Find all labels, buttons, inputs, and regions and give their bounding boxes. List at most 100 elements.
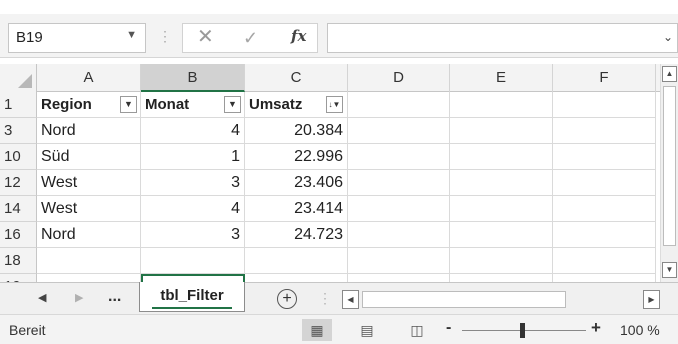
column-header-d[interactable]: D: [348, 64, 450, 92]
row-header[interactable]: 10: [0, 144, 37, 170]
previous-sheet-icon[interactable]: ◀: [38, 291, 46, 304]
scroll-down-icon[interactable]: ▼: [662, 262, 677, 278]
cell-umsatz[interactable]: 23.414: [245, 196, 348, 222]
row-header[interactable]: 16: [0, 222, 37, 248]
cell[interactable]: [348, 92, 450, 118]
vertical-scrollbar[interactable]: ▲ ▼: [660, 64, 678, 282]
cell-umsatz[interactable]: 22.996: [245, 144, 348, 170]
cell[interactable]: [348, 248, 450, 274]
cell-monat[interactable]: 3: [141, 222, 245, 248]
zoom-slider-thumb[interactable]: [520, 323, 525, 338]
filter-dropdown-icon[interactable]: ▼: [224, 96, 241, 113]
zoom-in-button[interactable]: +: [591, 318, 601, 338]
row-header[interactable]: 18: [0, 248, 37, 274]
cell[interactable]: [450, 144, 553, 170]
zoom-level[interactable]: 100 %: [620, 322, 660, 338]
cell[interactable]: [553, 274, 656, 282]
cell[interactable]: [553, 196, 656, 222]
row-header[interactable]: 3: [0, 118, 37, 144]
cell-region[interactable]: West: [37, 170, 141, 196]
scroll-right-icon[interactable]: ▶: [643, 290, 660, 309]
next-sheet-icon[interactable]: ▶: [75, 291, 83, 304]
cell-umsatz[interactable]: [245, 248, 348, 274]
cell[interactable]: [553, 92, 656, 118]
row-header[interactable]: 1: [0, 92, 37, 118]
column-header-b[interactable]: B: [141, 64, 245, 92]
normal-view-icon[interactable]: ▦: [302, 319, 332, 341]
tab-splitter-grip[interactable]: ⋮: [318, 290, 332, 307]
cell-region[interactable]: Süd: [37, 144, 141, 170]
cell[interactable]: [450, 118, 553, 144]
cell-region[interactable]: Nord: [37, 118, 141, 144]
table-row: 18: [0, 248, 660, 274]
column-header-f[interactable]: F: [553, 64, 656, 92]
cell-umsatz[interactable]: 23.406: [245, 170, 348, 196]
cell-monat[interactable]: 1: [141, 144, 245, 170]
cell-monat[interactable]: 3: [141, 170, 245, 196]
cell-umsatz[interactable]: [245, 274, 348, 282]
more-sheets-button[interactable]: ...: [108, 288, 121, 306]
cell[interactable]: [553, 118, 656, 144]
name-box-dropdown-icon[interactable]: ▼: [126, 29, 137, 41]
scroll-up-icon[interactable]: ▲: [662, 66, 677, 82]
top-strip: [0, 0, 678, 14]
cell[interactable]: [450, 274, 553, 282]
worksheet-grid[interactable]: A B C D E F 1 Region ▼ Monat ▼ Umsatz ↓▼…: [0, 64, 678, 282]
horizontal-scroll-thumb[interactable]: [362, 291, 566, 308]
cell[interactable]: [450, 222, 553, 248]
active-cell-b19[interactable]: [141, 274, 245, 282]
column-header-e[interactable]: E: [450, 64, 553, 92]
zoom-out-button[interactable]: -: [446, 319, 451, 337]
cell[interactable]: [348, 222, 450, 248]
formula-bar-grip: ⋮: [158, 28, 172, 44]
cell[interactable]: [450, 196, 553, 222]
horizontal-scrollbar[interactable]: ◀ ▶: [340, 290, 662, 309]
cell[interactable]: [553, 248, 656, 274]
cell[interactable]: [553, 144, 656, 170]
cell-monat[interactable]: 4: [141, 118, 245, 144]
cell-region[interactable]: [37, 248, 141, 274]
name-box-value: B19: [16, 29, 43, 46]
name-box[interactable]: B19 ▼: [8, 23, 146, 53]
cell-umsatz[interactable]: 24.723: [245, 222, 348, 248]
cell-monat[interactable]: 4: [141, 196, 245, 222]
sheet-tab-tbl-filter[interactable]: tbl_Filter: [139, 282, 245, 312]
filter-dropdown-icon[interactable]: ▼: [120, 96, 137, 113]
row-header[interactable]: 14: [0, 196, 37, 222]
cell[interactable]: [553, 170, 656, 196]
cancel-icon[interactable]: ✕: [197, 26, 214, 48]
formula-input[interactable]: ⌄: [327, 23, 678, 53]
cell[interactable]: [348, 274, 450, 282]
cell-region[interactable]: West: [37, 196, 141, 222]
cell-monat[interactable]: [141, 248, 245, 274]
cell[interactable]: [553, 222, 656, 248]
header-cell-umsatz[interactable]: Umsatz ↓▼: [245, 92, 348, 118]
vertical-scroll-thumb[interactable]: [663, 86, 676, 246]
page-layout-view-icon[interactable]: ▤: [352, 319, 382, 341]
cell[interactable]: [348, 196, 450, 222]
table-header-row: 1 Region ▼ Monat ▼ Umsatz ↓▼: [0, 92, 660, 118]
column-header-c[interactable]: C: [245, 64, 348, 92]
cell-umsatz[interactable]: 20.384: [245, 118, 348, 144]
row-header[interactable]: 12: [0, 170, 37, 196]
row-header[interactable]: 19: [0, 274, 37, 282]
cell[interactable]: [450, 248, 553, 274]
add-sheet-icon[interactable]: +: [277, 289, 297, 309]
cell-region[interactable]: Nord: [37, 222, 141, 248]
cell[interactable]: [450, 92, 553, 118]
insert-function-icon[interactable]: fx: [291, 27, 306, 45]
cell[interactable]: [348, 144, 450, 170]
cell[interactable]: [450, 170, 553, 196]
cell[interactable]: [348, 170, 450, 196]
cell-region[interactable]: [37, 274, 141, 282]
select-all-corner[interactable]: [0, 64, 37, 92]
filter-sort-active-icon[interactable]: ↓▼: [326, 96, 343, 113]
header-cell-region[interactable]: Region ▼: [37, 92, 141, 118]
header-cell-monat[interactable]: Monat ▼: [141, 92, 245, 118]
page-break-preview-icon[interactable]: ◫: [402, 319, 432, 341]
enter-check-icon[interactable]: ✓: [243, 27, 258, 49]
cell[interactable]: [348, 118, 450, 144]
scroll-left-icon[interactable]: ◀: [342, 290, 359, 309]
expand-formula-bar-icon[interactable]: ⌄: [663, 30, 673, 44]
column-header-a[interactable]: A: [37, 64, 141, 92]
